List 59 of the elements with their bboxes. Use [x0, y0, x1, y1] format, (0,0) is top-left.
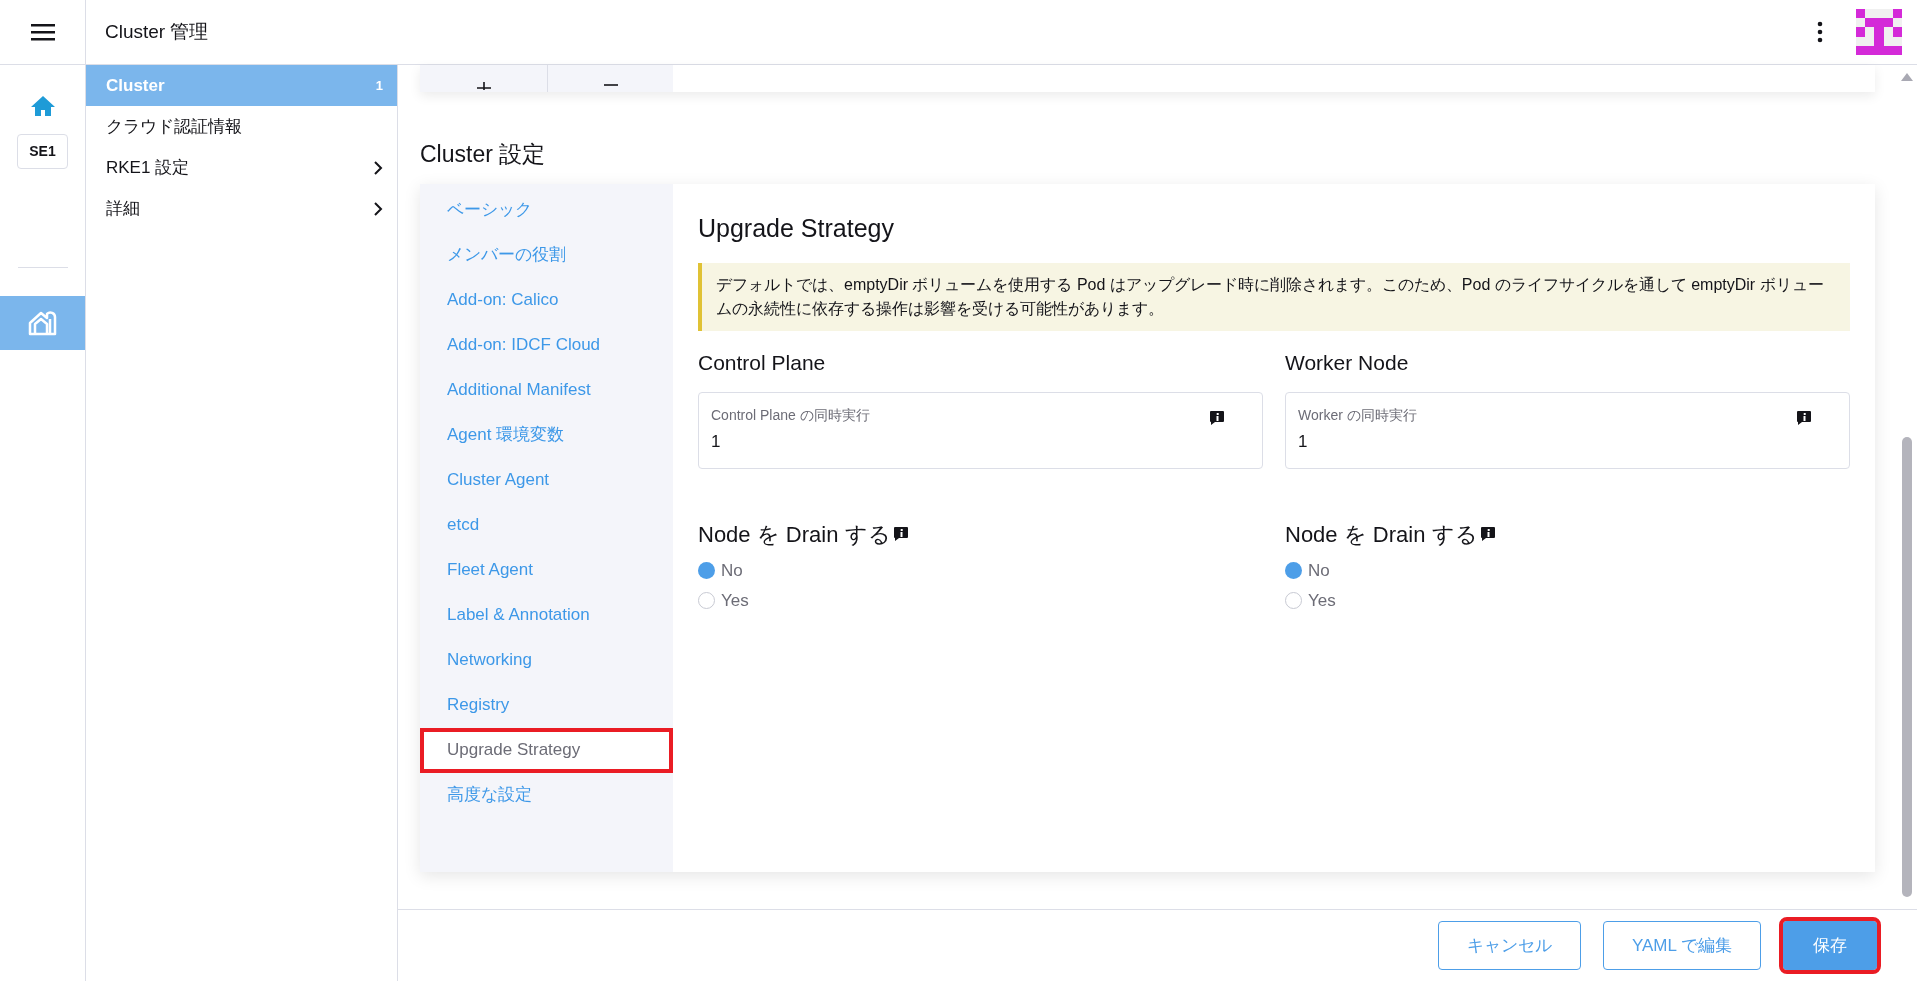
radio-button[interactable]: [698, 561, 715, 579]
section-title: Cluster 設定: [420, 141, 546, 167]
user-avatar-icon[interactable]: [1856, 9, 1902, 55]
settings-nav-item[interactable]: Upgrade Strategy: [420, 727, 673, 773]
radio-button[interactable]: [1285, 561, 1302, 579]
column-heading: Control Plane: [698, 350, 827, 376]
info-icon: [1209, 409, 1225, 426]
sidebar-item[interactable]: Cluster 1: [86, 65, 397, 106]
field-label: Control Plane の同時実行: [711, 405, 870, 425]
radio-button[interactable]: [698, 592, 715, 610]
page-title: Cluster 管理: [105, 19, 209, 44]
settings-nav-item[interactable]: Label & Annotation: [420, 592, 673, 638]
field-value: 1: [711, 430, 722, 453]
plus-icon[interactable]: [475, 82, 492, 92]
settings-nav-item[interactable]: Cluster Agent: [420, 457, 673, 503]
minus-icon[interactable]: [602, 84, 619, 86]
input-field[interactable]: Control Plane の同時実行 1: [698, 391, 1263, 469]
settings-nav-item[interactable]: 高度な設定: [420, 772, 673, 818]
field-value: 1: [1298, 430, 1309, 453]
info-icon: [1479, 526, 1496, 542]
settings-nav-item[interactable]: Registry: [420, 682, 673, 728]
footer-button[interactable]: キャンセル: [1437, 921, 1581, 970]
settings-nav-item[interactable]: Networking: [420, 637, 673, 683]
radio-option[interactable]: No: [698, 557, 1263, 583]
sidebar-item[interactable]: 詳細: [86, 188, 397, 229]
radio-option[interactable]: No: [1285, 557, 1850, 583]
sidebar-item[interactable]: クラウド認証情報: [86, 106, 397, 147]
sidebar-item[interactable]: RKE1 設定: [86, 147, 397, 188]
cluster-nav-tile[interactable]: [0, 296, 85, 350]
menu-icon: [30, 23, 55, 41]
settings-nav-item[interactable]: etcd: [420, 502, 673, 548]
home-icon[interactable]: [29, 95, 56, 117]
settings-nav-item[interactable]: Fleet Agent: [420, 547, 673, 593]
field-label: Worker の同時実行: [1298, 405, 1417, 425]
warning-banner: デフォルトでは、emptyDir ボリュームを使用する Pod はアップグレード時に削除されます。このため、Pod のライフサイクルを通して emptyDir ボリュームの永続性に依存する操作は影響を受ける可能性があります。: [698, 263, 1850, 331]
count-label: 1: [375, 76, 383, 95]
cluster-badge[interactable]: SE1: [17, 134, 68, 169]
radio-option[interactable]: Yes: [1285, 588, 1850, 614]
radio-button[interactable]: [1285, 592, 1302, 610]
settings-nav-item[interactable]: ベーシック: [420, 187, 673, 233]
settings-nav-item[interactable]: Additional Manifest: [420, 367, 673, 413]
settings-nav-item[interactable]: Add-on: IDCF Cloud: [420, 322, 673, 368]
scrollbar-thumb[interactable]: [1902, 437, 1912, 897]
drain-title: Node を Drain する: [698, 520, 891, 549]
settings-nav-item[interactable]: Add-on: Calico: [420, 277, 673, 323]
info-icon: [892, 526, 909, 542]
house-outline-icon: [27, 310, 58, 336]
drain-title: Node を Drain する: [1285, 520, 1478, 549]
input-field[interactable]: Worker の同時実行 1: [1285, 391, 1850, 469]
scroll-up-icon[interactable]: [1901, 73, 1913, 81]
footer-button[interactable]: YAML で編集: [1602, 921, 1761, 970]
info-icon: [1796, 409, 1812, 426]
kebab-icon: [1817, 21, 1823, 43]
settings-nav-item[interactable]: メンバーの役割: [420, 232, 673, 278]
panel-title: Upgrade Strategy: [698, 212, 895, 244]
menu-button[interactable]: [28, 21, 57, 43]
radio-option[interactable]: Yes: [698, 588, 1263, 614]
column-heading: Worker Node: [1285, 350, 1410, 376]
settings-nav-item[interactable]: Agent 環境変数: [420, 412, 673, 458]
